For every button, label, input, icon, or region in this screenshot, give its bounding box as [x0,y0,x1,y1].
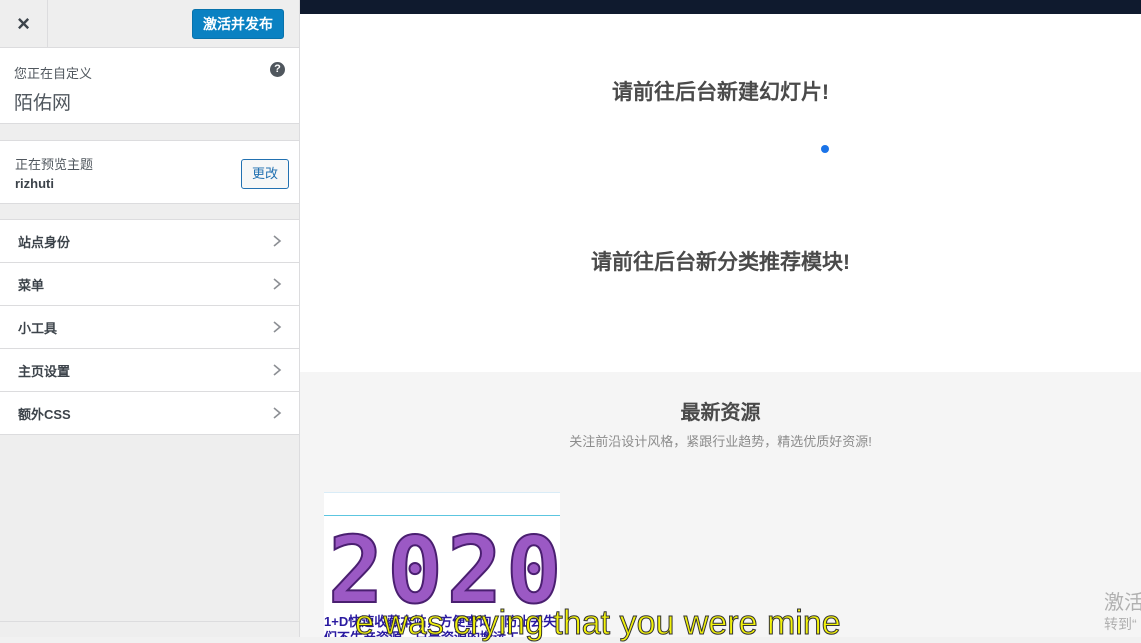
latest-resources-subtitle: 关注前沿设计风格，紧跟行业趋势，精选优质好资源! [569,434,872,449]
menu-item-additional-css[interactable]: 额外CSS [0,392,299,435]
video-subtitle-overlay: e was crying that you were mine [355,604,842,643]
chevron-right-icon [273,278,282,290]
activation-watermark: 转到“ [1104,616,1137,632]
category-notice: 请前往后台新分类推荐模块! [591,251,850,274]
menu-item-label: 主页设置 [18,363,71,379]
latest-resources-section: 最新资源 关注前沿设计风格，紧跟行业趋势，精选优质好资源! 2020 1+D快速… [300,372,1141,637]
menu-item-menus[interactable]: 菜单 [0,263,299,306]
menu-item-label: 小工具 [18,320,58,336]
publish-button[interactable]: 激活并发布 [192,8,284,39]
customizer-sidebar: × 激活并发布 您正在自定义 陌佑网 ? 正在预览主题 rizhuti 更改 站… [0,0,300,637]
thumbnail-line [324,515,560,516]
site-title: 陌佑网 [14,93,72,114]
slides-notice: 请前往后台新建幻灯片! [612,81,829,104]
menu-item-homepage-settings[interactable]: 主页设置 [0,349,299,392]
menu-item-site-identity[interactable]: 站点身份 [0,220,299,263]
change-theme-button[interactable]: 更改 [241,159,289,189]
sidebar-footer [0,621,299,637]
site-preview: 请前往后台新建幻灯片! 请前往后台新分类推荐模块! 最新资源 关注前沿设计风格，… [300,0,1141,637]
menu-item-widgets[interactable]: 小工具 [0,306,299,349]
activation-watermark: 激活 [1104,592,1141,614]
latest-resources-title: 最新资源 [680,402,761,424]
customizer-header: × 激活并发布 [0,0,299,48]
loading-dot [821,145,829,153]
customizing-subtitle: 您正在自定义 [14,66,93,81]
chevron-right-icon [273,407,282,419]
close-icon[interactable]: × [0,0,48,48]
preview-topbar [300,0,1141,14]
slides-section: 请前往后台新建幻灯片! 请前往后台新分类推荐模块! [300,14,1141,372]
menu-item-label: 额外CSS [18,406,71,422]
customizing-info: 您正在自定义 陌佑网 ? [0,48,299,124]
menu-item-label: 站点身份 [18,234,71,250]
chevron-right-icon [273,235,282,247]
customizer-menu: 站点身份 菜单 小工具 主页设置 额外CSS [0,219,299,435]
theme-info: 正在预览主题 rizhuti 更改 [0,140,299,204]
help-icon[interactable]: ? [270,62,285,77]
chevron-right-icon [273,364,282,376]
chevron-right-icon [273,321,282,333]
menu-item-label: 菜单 [18,277,45,293]
